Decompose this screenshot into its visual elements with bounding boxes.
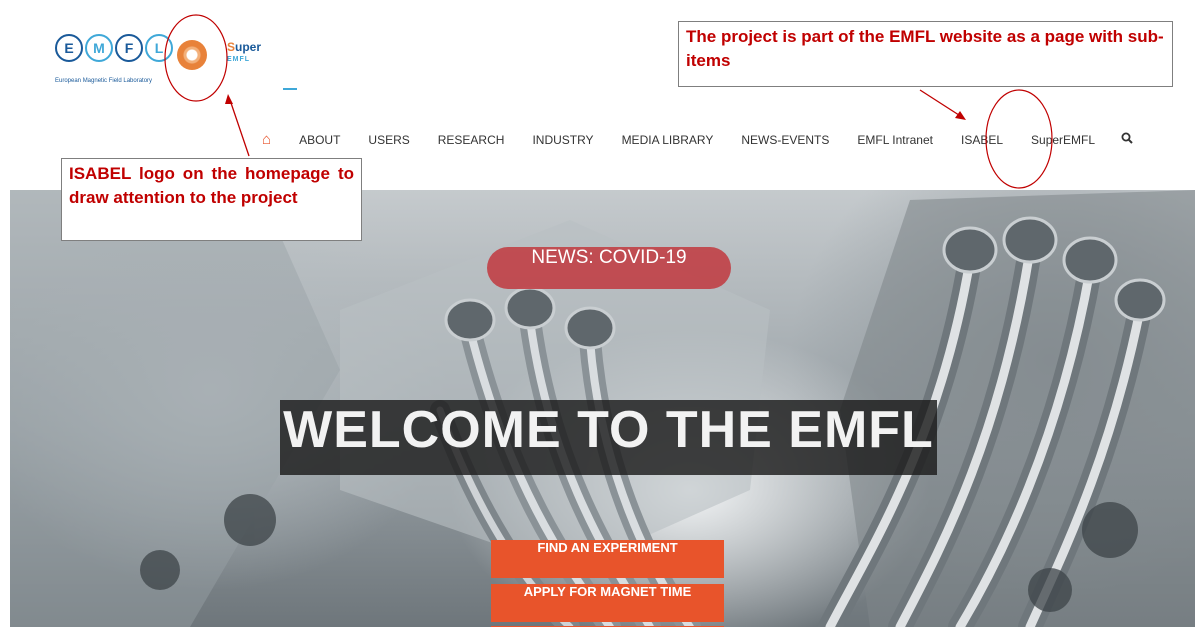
- annotation-overlay: [164, 14, 1053, 189]
- annotation-isabel-logo: ISABEL logo on the homepage to draw atte…: [61, 158, 362, 241]
- annotation-isabel-page: The project is part of the EMFL website …: [678, 21, 1173, 87]
